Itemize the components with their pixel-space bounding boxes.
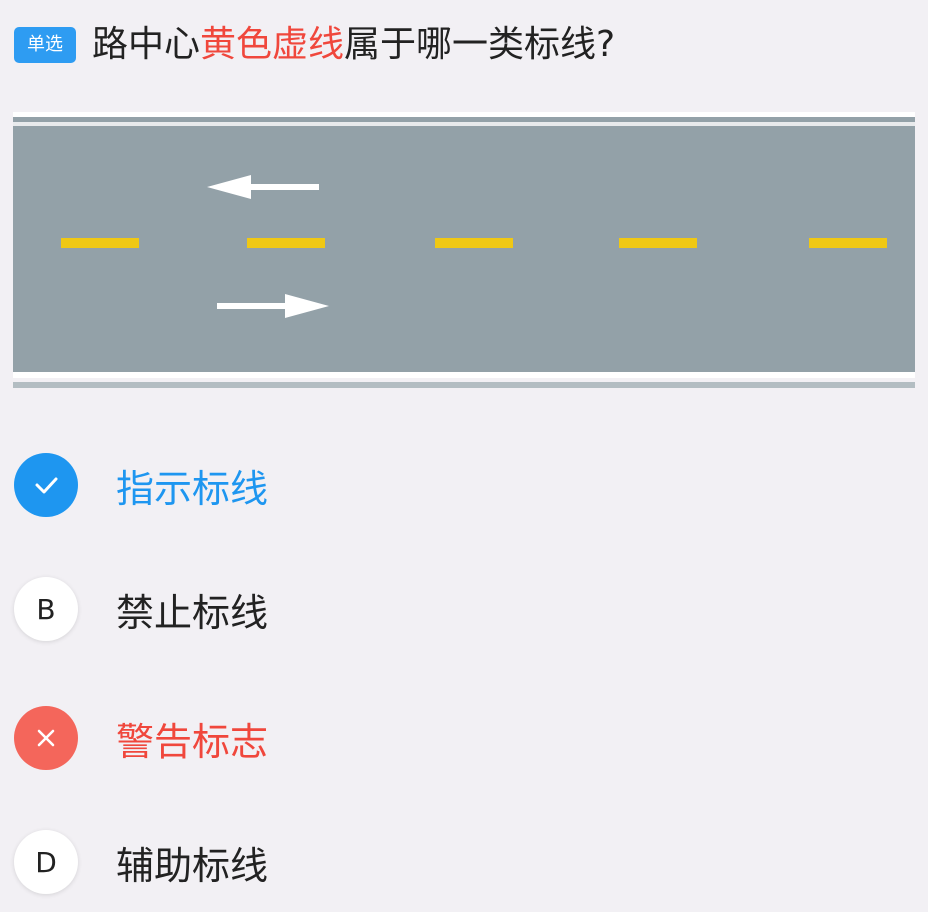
option-d[interactable]: D 辅助标线	[14, 827, 894, 897]
question-text-after: 属于哪一类标线?	[344, 24, 616, 65]
top-edge-line	[13, 112, 915, 117]
question-text-before: 路中心	[92, 24, 201, 65]
center-dash	[809, 238, 887, 248]
option-b-label: 禁止标线	[116, 590, 269, 635]
option-d-letter-circle: D	[14, 830, 78, 894]
option-d-letter: D	[35, 845, 57, 879]
close-icon	[37, 729, 55, 747]
road-illustration	[13, 112, 915, 390]
option-b-letter: B	[36, 592, 56, 626]
option-b-letter-circle: B	[14, 577, 78, 641]
option-d-label: 辅助标线	[116, 843, 269, 888]
question-text-highlight: 黄色虚线	[200, 24, 345, 65]
center-dash	[435, 238, 513, 248]
road-surface	[13, 112, 915, 390]
question-text: 路中心黄色虚线属于哪一类标线?	[92, 20, 615, 70]
top-curb-line	[13, 122, 915, 126]
bottom-curb-line	[13, 382, 915, 388]
center-dash	[619, 238, 697, 248]
question-type-badge: 单选	[14, 27, 76, 63]
road-image	[13, 112, 915, 390]
question-header: 单选 路中心黄色虚线属于哪一类标线?	[14, 20, 914, 70]
check-icon	[35, 477, 58, 494]
option-b[interactable]: B 禁止标线	[14, 574, 894, 644]
option-a[interactable]: 指示标线	[14, 450, 894, 520]
option-a-status-circle	[14, 453, 78, 517]
center-dash	[247, 238, 325, 248]
bottom-edge-line	[13, 372, 915, 378]
option-c-status-circle	[14, 706, 78, 770]
center-dash	[61, 238, 139, 248]
option-a-label: 指示标线	[116, 466, 269, 511]
option-c[interactable]: 警告标志	[14, 703, 894, 773]
option-c-label: 警告标志	[116, 719, 269, 764]
